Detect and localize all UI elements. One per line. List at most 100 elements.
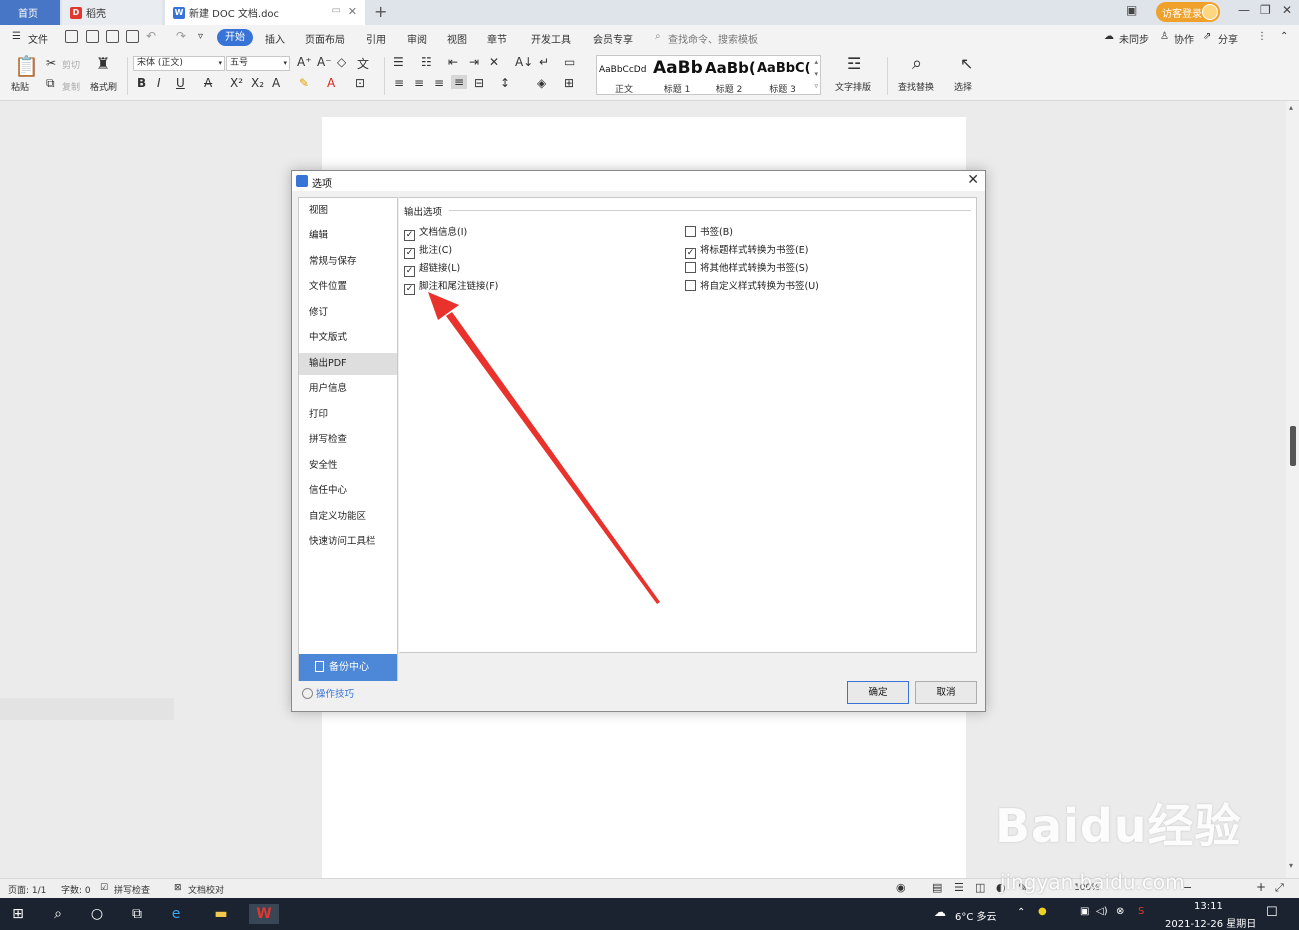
style-normal[interactable]: AaBbCcDd 正文 xyxy=(597,56,651,95)
collapse-ribbon-icon[interactable]: ⌃ xyxy=(1280,31,1288,42)
tray-app-icon[interactable]: ● xyxy=(1038,906,1047,917)
align-right-icon[interactable]: ≡ xyxy=(434,76,444,90)
search-icon[interactable]: ⌕ xyxy=(48,904,68,924)
nav-file-location[interactable]: 文件位置 xyxy=(299,276,397,298)
text-layout-icon[interactable]: ☲ xyxy=(847,54,861,73)
font-size-select[interactable]: 五号 ▾ xyxy=(226,56,290,71)
nav-customize-ribbon[interactable]: 自定义功能区 xyxy=(299,506,397,528)
close-icon[interactable]: ✕ xyxy=(967,172,979,188)
shrink-font-icon[interactable]: A⁻ xyxy=(317,55,332,69)
spell-check-icon[interactable]: ☑ xyxy=(100,883,108,893)
nav-edit[interactable]: 编辑 xyxy=(299,225,397,247)
share-icon[interactable]: ⇗ xyxy=(1203,31,1211,42)
volume-icon[interactable]: ◁) xyxy=(1096,906,1108,917)
show-marks-icon[interactable]: ↵ xyxy=(539,55,549,69)
tab-daoke[interactable]: D 稻壳 xyxy=(62,0,162,25)
cut-button[interactable]: 剪切 xyxy=(62,58,80,71)
select-pointer-icon[interactable]: ↖ xyxy=(960,54,973,73)
undo-icon[interactable]: ↶ xyxy=(146,29,156,43)
proofread-icon[interactable]: ⊠ xyxy=(174,883,182,893)
checkbox-checked-icon[interactable]: ✓ xyxy=(404,284,415,295)
hamburger-icon[interactable]: ☰ xyxy=(12,31,21,42)
tab-document[interactable]: W 新建 DOC 文档.doc ▭ ✕ xyxy=(165,0,365,25)
option-bookmarks[interactable]: 书签(B) xyxy=(685,224,733,238)
backup-center-button[interactable]: 备份中心 xyxy=(299,654,397,681)
window-layout-icon[interactable]: ▣ xyxy=(1126,3,1137,17)
proofread-button[interactable]: 文档校对 xyxy=(188,883,224,896)
justify-icon[interactable]: ≡ xyxy=(451,75,468,89)
page-view-icon[interactable]: ▤ xyxy=(932,881,942,894)
qat-dropdown-icon[interactable]: ▿ xyxy=(198,31,203,42)
collab-button[interactable]: 协作 xyxy=(1174,31,1194,46)
scroll-up-icon[interactable]: ▴ xyxy=(1289,103,1293,112)
align-center-icon[interactable]: ≡ xyxy=(414,76,424,90)
menu-references[interactable]: 引用 xyxy=(366,31,386,46)
expand-gallery-icon[interactable]: ▿ xyxy=(814,82,818,90)
ruler-icon[interactable]: ▭ xyxy=(564,55,575,69)
option-custom-style-bookmarks[interactable]: 将自定义样式转换为书签(U) xyxy=(685,278,819,292)
cut-icon[interactable]: ✂ xyxy=(46,56,56,70)
save-icon[interactable] xyxy=(65,30,78,43)
distribute-icon[interactable]: ⊟ xyxy=(474,76,484,90)
nav-view[interactable]: 视图 xyxy=(299,200,397,222)
ok-button[interactable]: 确定 xyxy=(847,681,909,704)
task-view-icon[interactable]: ⧉ xyxy=(127,904,147,924)
nav-trust-center[interactable]: 信任中心 xyxy=(299,480,397,502)
nav-spell-check[interactable]: 拼写检查 xyxy=(299,429,397,451)
wps-taskbar-icon[interactable]: W xyxy=(249,904,279,924)
checkbox-unchecked-icon[interactable] xyxy=(685,262,696,273)
copy-button[interactable]: 复制 xyxy=(62,80,80,93)
nav-export-pdf[interactable]: 输出PDF xyxy=(299,353,397,375)
new-tab-icon[interactable]: + xyxy=(374,2,387,21)
clock-date[interactable]: 2021-12-26 星期日 xyxy=(1165,915,1256,930)
word-count[interactable]: 字数: 0 xyxy=(61,883,91,896)
more-icon[interactable]: ⋮ xyxy=(1257,31,1267,42)
highlight-icon[interactable]: ✎ xyxy=(299,76,309,90)
clock-time[interactable]: 13:11 xyxy=(1194,901,1223,912)
grow-font-icon[interactable]: A⁺ xyxy=(297,55,312,69)
tab-close-icon[interactable]: ✕ xyxy=(348,5,357,18)
clear-format-icon[interactable]: ◇ xyxy=(337,55,346,69)
format-painter-button[interactable]: 格式刷 xyxy=(90,80,117,93)
menu-developer[interactable]: 开发工具 xyxy=(531,31,571,46)
checkbox-unchecked-icon[interactable] xyxy=(685,280,696,291)
collab-icon[interactable]: ♙ xyxy=(1160,31,1169,42)
menu-chapter[interactable]: 章节 xyxy=(487,31,507,46)
tray-app-icon[interactable]: ⊗ xyxy=(1116,906,1124,917)
font-color-icon[interactable]: A xyxy=(327,76,335,90)
notification-icon[interactable]: ☐ xyxy=(1266,905,1278,920)
scrollbar-thumb[interactable] xyxy=(1290,426,1296,466)
pinyin-icon[interactable]: 文 xyxy=(357,55,369,72)
file-explorer-icon[interactable]: ▬ xyxy=(211,904,231,924)
menu-member[interactable]: 会员专享 xyxy=(593,31,633,46)
menu-page-layout[interactable]: 页面布局 xyxy=(305,31,345,46)
option-comments[interactable]: ✓ 批注(C) xyxy=(404,242,452,259)
paste-button[interactable]: 粘贴 xyxy=(11,80,29,93)
menu-view[interactable]: 视图 xyxy=(447,31,467,46)
style-heading1[interactable]: AaBb 标题 1 xyxy=(651,56,703,95)
option-doc-info[interactable]: ✓ 文档信息(I) xyxy=(404,224,467,241)
close-window-icon[interactable]: ✕ xyxy=(1282,3,1292,17)
option-footnote-links[interactable]: ✓ 脚注和尾注链接(F) xyxy=(404,278,498,295)
increase-indent-icon[interactable]: ⇥ xyxy=(469,55,479,69)
option-heading-bookmarks[interactable]: ✓ 将标题样式转换为书签(E) xyxy=(685,242,808,259)
spell-check-toggle[interactable]: 拼写检查 xyxy=(114,883,150,896)
weather-text[interactable]: 6°C 多云 xyxy=(955,908,997,923)
style-heading3[interactable]: AaBbC( 标题 3 xyxy=(755,56,810,94)
print-preview-icon[interactable] xyxy=(126,30,139,43)
find-replace-icon[interactable]: ⌕ xyxy=(912,53,922,74)
zoom-in-icon[interactable]: + xyxy=(1256,880,1266,894)
tray-expand-icon[interactable]: ⌃ xyxy=(1017,907,1025,918)
sync-status[interactable]: 未同步 xyxy=(1119,31,1149,46)
outline-view-icon[interactable]: ☰ xyxy=(954,881,964,894)
input-method-icon[interactable]: S xyxy=(1138,906,1144,917)
tab-float-icon[interactable]: ▭ xyxy=(332,5,341,16)
align-left-icon[interactable]: ≡ xyxy=(394,76,404,90)
italic-icon[interactable]: I xyxy=(157,76,161,90)
redo-icon[interactable]: ↷ xyxy=(176,29,186,43)
tips-link[interactable]: 操作技巧 xyxy=(302,686,354,700)
font-effect-icon[interactable]: A xyxy=(272,76,280,90)
nav-quick-access[interactable]: 快速访问工具栏 xyxy=(299,531,397,553)
nav-chinese-layout[interactable]: 中文版式 xyxy=(299,327,397,349)
guest-login-button[interactable]: 访客登录 xyxy=(1156,2,1220,22)
